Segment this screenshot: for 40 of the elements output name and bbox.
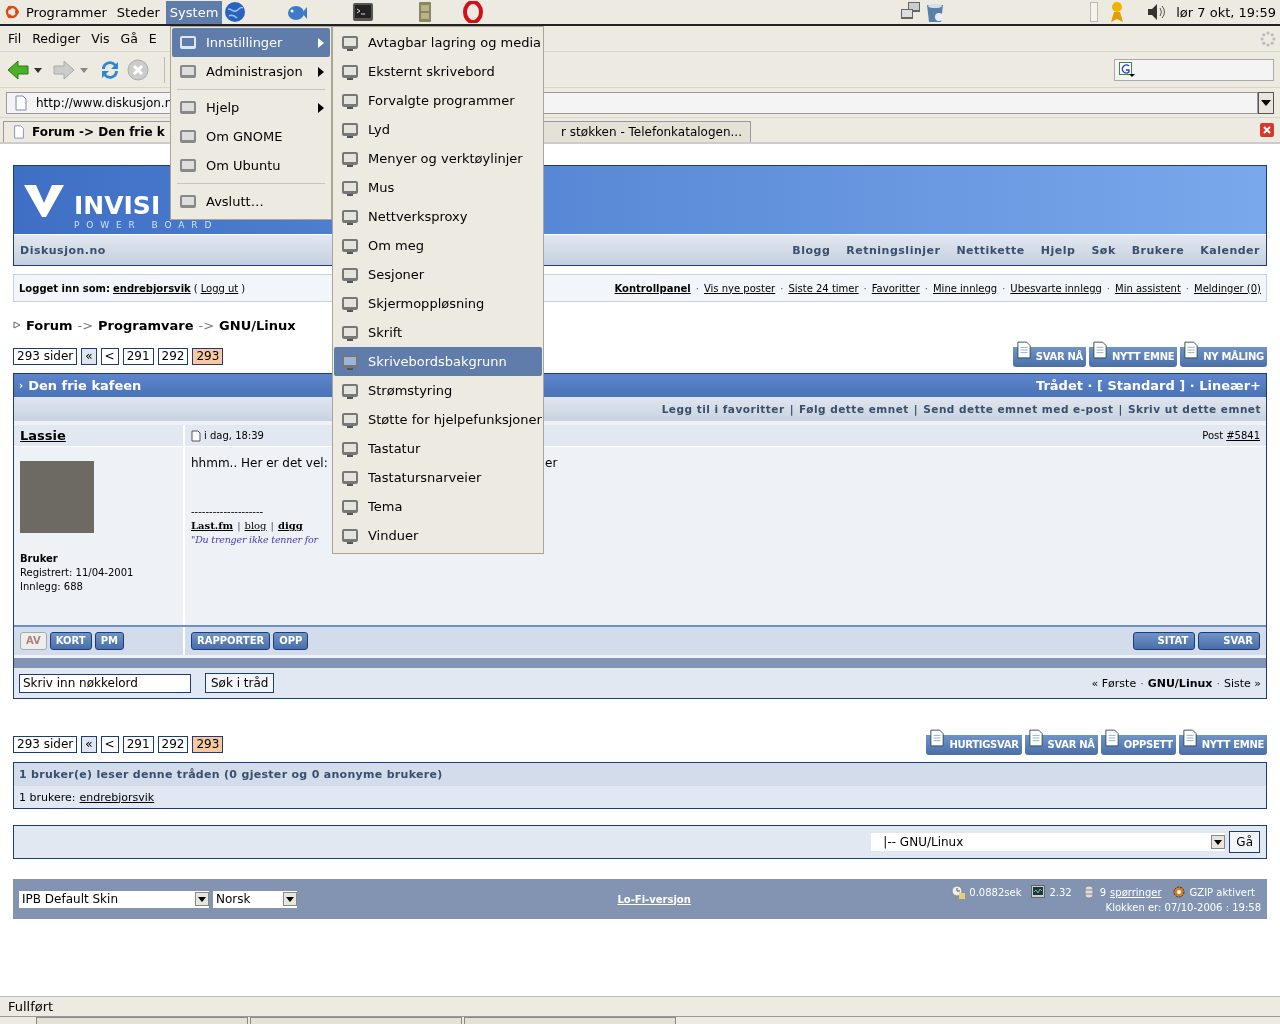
signature-quote: "Du trenger ikke tenner for [191,534,318,545]
stat-text: 0.0882sek [969,886,1022,898]
paren-text: ( [193,282,198,294]
post-date: i dag, 18:39 [204,430,264,441]
separator-dot: · [863,282,867,294]
title-marker: › [19,380,24,391]
separator-dot: · [780,282,784,294]
registered-date: Registrert: 11/04-2001 [20,567,135,578]
separator-pipe: | [913,403,919,415]
separator-dot: · [1140,676,1144,690]
stat-text: 2.32 [1049,886,1072,898]
separator-dot: · [1216,676,1220,690]
separator-pipe: | [789,403,794,415]
signature-rule: -------------------- [191,506,264,517]
member-rank: Bruker [20,553,59,564]
breadcrumb-separator: -> [198,317,215,333]
post-label: Post [1202,430,1224,441]
post-count: Innlegg: 688 [20,581,84,592]
separator-dot: · [1002,282,1006,294]
active-users-title: 1 bruker(e) leser denne tråden (0 gjester og 0 anonyme brukere) [19,768,443,781]
paren-text: ) [241,282,246,294]
separator-dot: · [1185,282,1189,294]
server-time: Klokken er: 07/10-2006 : 19:58 [1105,902,1261,913]
stat-text: 9 [1099,886,1107,898]
separator-pipe: | [270,520,274,531]
breadcrumb-separator: -> [77,317,94,333]
stat-text: GZIP aktivert [1189,886,1255,898]
separator-dot: · [924,282,928,294]
logo-subtext: P O W E R B O A R D [74,220,214,231]
status-text: Fullført [8,999,54,1014]
post-text: hhmm.. Her er det vel: [191,456,329,470]
separator-pipe: | [1118,403,1123,415]
post-text: er [545,456,558,470]
users-label: 1 brukere: [19,790,76,804]
separator-dot: · [695,282,699,294]
logo-text: INVISI [74,192,161,220]
separator-dot: · [1106,282,1111,294]
separator-pipe: | [237,520,241,531]
login-label: Logget inn som: [19,282,110,294]
thread-title: Den frie kafeen [28,378,142,393]
